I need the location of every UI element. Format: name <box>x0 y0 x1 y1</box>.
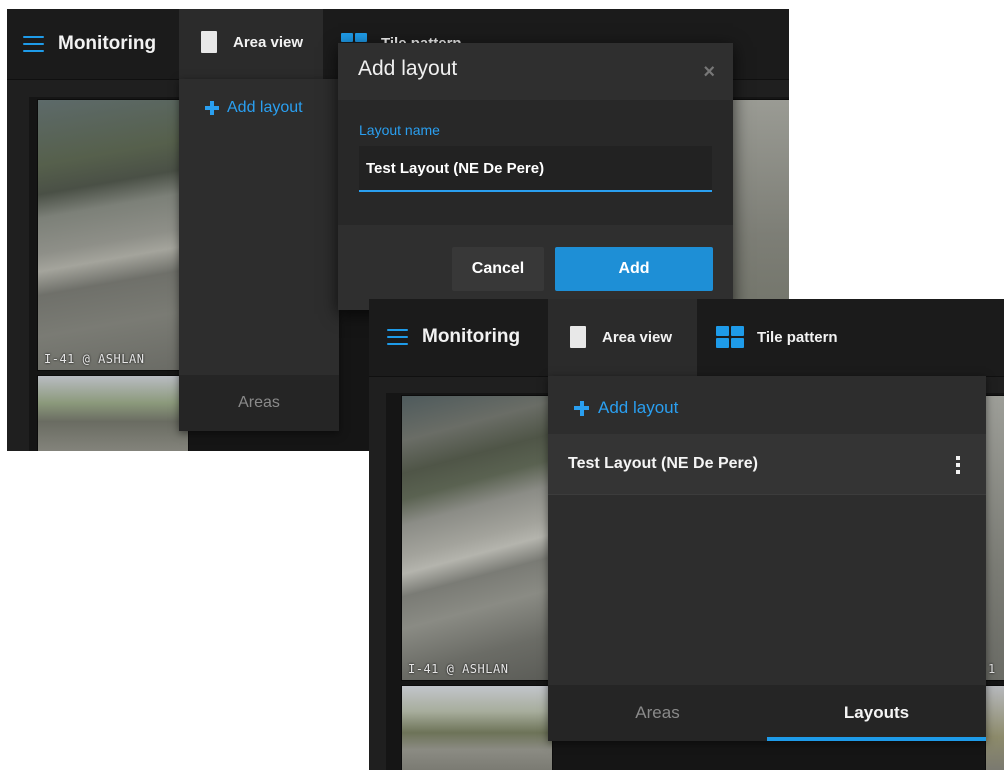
panel-tabs: Areas <box>179 375 339 431</box>
area-view-tab[interactable]: Area view <box>548 299 697 376</box>
area-view-panel: Add layout Areas <box>179 79 339 431</box>
add-layout-dialog: Add layout × Layout name Test Layout (NE… <box>338 43 733 310</box>
camera-tile[interactable]: I-41 @ ASHLAN <box>37 99 189 371</box>
area-view-tab[interactable]: Area view <box>179 9 323 79</box>
hamburger-icon <box>23 35 44 53</box>
add-layout-label: Add layout <box>598 398 679 417</box>
tab-areas[interactable]: Areas <box>548 685 767 741</box>
tile-pattern-tab[interactable]: Tile pattern <box>716 326 838 348</box>
menu-button[interactable]: Monitoring <box>23 33 156 55</box>
add-button[interactable]: Add <box>555 247 713 291</box>
tile-pattern-label: Tile pattern <box>757 328 838 346</box>
tab-areas[interactable]: Areas <box>179 375 339 431</box>
building-icon <box>201 31 217 53</box>
front-screenshot: Monitoring Area view Tile pattern I-41 @… <box>369 299 1004 770</box>
close-icon[interactable]: × <box>703 61 715 84</box>
hamburger-icon <box>387 328 408 346</box>
tab-layouts[interactable]: Layouts <box>767 685 986 741</box>
camera-label: I-41 @ ASHLAN <box>408 662 509 676</box>
layout-name-value: Test Layout (NE De Pere) <box>366 160 545 177</box>
layout-name-label: Layout name <box>359 122 440 138</box>
area-view-label: Area view <box>233 33 304 51</box>
tab-layouts-label: Layouts <box>843 703 910 722</box>
camera-tile[interactable]: I-41 @ ASHLAN <box>401 395 553 681</box>
tab-areas-label: Areas <box>635 703 680 722</box>
camera-label-right: 1 <box>988 662 996 676</box>
menu-button[interactable]: Monitoring <box>387 326 520 348</box>
layout-list-item[interactable]: Test Layout (NE De Pere) <box>548 434 986 495</box>
cancel-label: Cancel <box>471 260 525 277</box>
layout-name: Test Layout (NE De Pere) <box>568 455 758 472</box>
camera-tile[interactable] <box>985 685 1004 770</box>
dialog-title: Add layout <box>358 57 458 80</box>
app-title: Monitoring <box>58 33 157 54</box>
camera-tile[interactable] <box>401 685 553 770</box>
building-icon <box>570 326 586 348</box>
dialog-body: Layout name Test Layout (NE De Pere) <box>338 100 733 225</box>
plus-icon <box>205 101 219 115</box>
plus-icon <box>574 400 589 416</box>
add-layout-label: Add layout <box>227 99 303 116</box>
layout-name-input[interactable]: Test Layout (NE De Pere) <box>359 146 712 192</box>
camera-tile[interactable]: 1 <box>985 395 1004 681</box>
panel-tabs: Areas Layouts <box>548 685 986 741</box>
add-layout-button[interactable]: Add layout <box>205 99 303 117</box>
area-view-label: Area view <box>602 328 673 346</box>
app-title: Monitoring <box>422 326 521 347</box>
add-label: Add <box>618 260 650 277</box>
top-bar: Monitoring Area view Tile pattern <box>369 299 1004 377</box>
cancel-button[interactable]: Cancel <box>452 247 544 291</box>
tab-areas-label: Areas <box>238 394 280 411</box>
add-layout-button[interactable]: Add layout <box>574 398 678 418</box>
more-options-icon[interactable] <box>956 456 960 477</box>
area-view-panel: Add layout Test Layout (NE De Pere) Area… <box>548 376 986 741</box>
tile-pattern-icon <box>716 326 744 348</box>
camera-label: I-41 @ ASHLAN <box>44 352 145 366</box>
camera-tile[interactable] <box>37 375 189 451</box>
